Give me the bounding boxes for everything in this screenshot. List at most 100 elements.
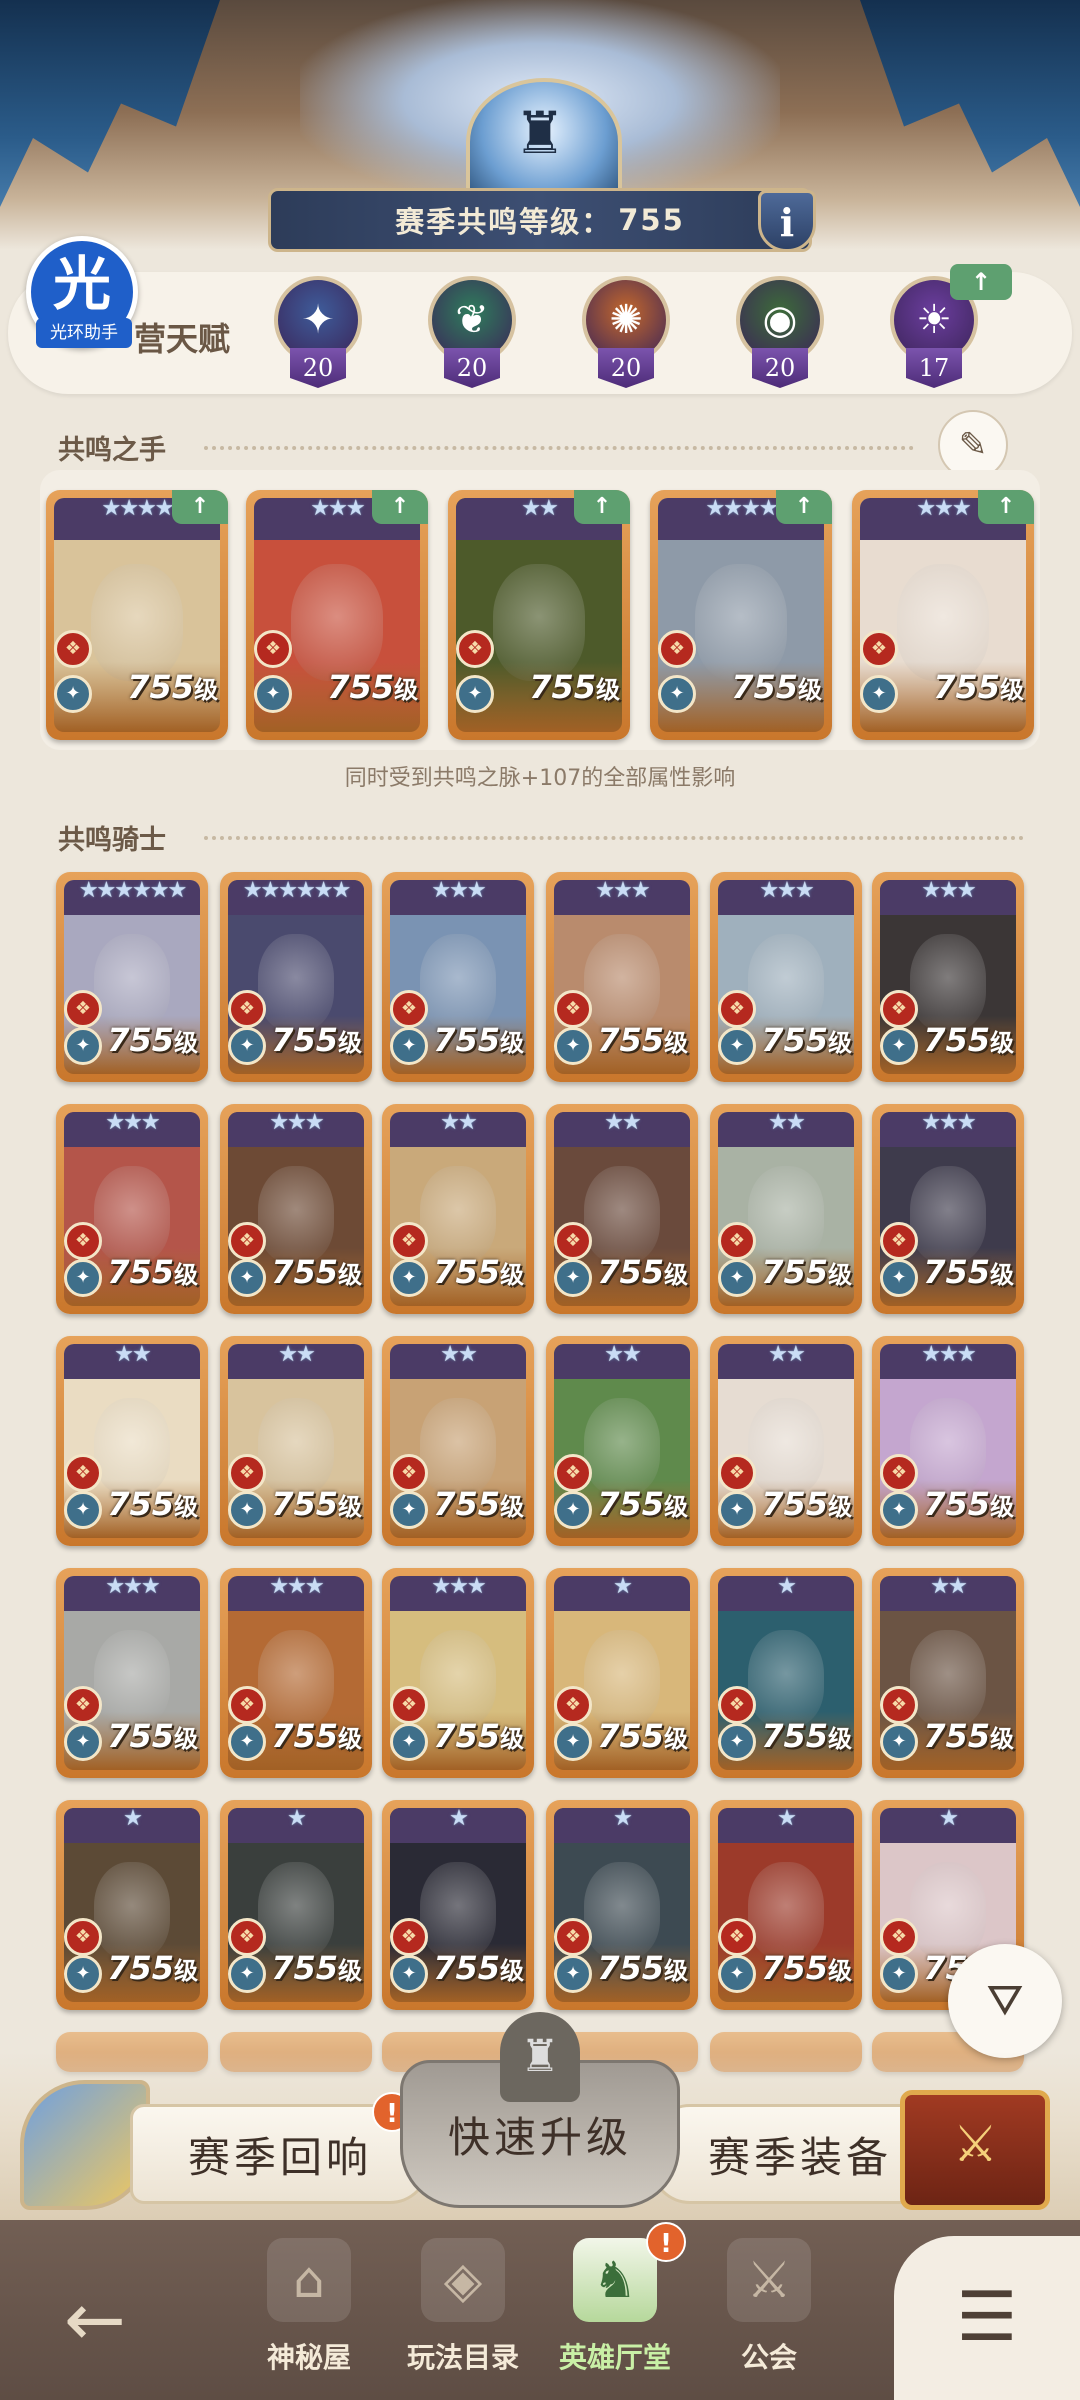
class-icon: ❖ (860, 630, 898, 668)
hero-level-unit: 级 (174, 1957, 198, 1985)
nav-item-mystery-house[interactable]: ⌂ 神秘屋 (234, 2232, 384, 2382)
info-button[interactable]: i (758, 190, 816, 252)
hero-card[interactable]: ★★★ ❖ ✦ 755级 (872, 872, 1024, 1082)
hero-level: 755级 (271, 1717, 362, 1755)
hero-card[interactable]: ★ ❖✦755级 (546, 1800, 698, 2010)
hero-card[interactable]: ★ ❖✦755级 (382, 1800, 534, 2010)
hero-card[interactable]: ★★ ❖ ✦ 755级 (710, 1336, 862, 1546)
nav-item-catalog[interactable]: ◈ 玩法目录 (388, 2232, 538, 2382)
faction-icon: ✦ (254, 675, 292, 713)
hero-face (419, 1166, 497, 1264)
faction-talent-level: 20 (598, 348, 654, 388)
hero-card[interactable]: ★★ ❖ ✦ 755级 (872, 1568, 1024, 1778)
hero-card[interactable]: ★★★★ ❖ ✦ 755级 ↑ (46, 490, 228, 740)
faction-icon: ✦ (390, 1027, 428, 1065)
class-icon: ❖ (64, 1918, 102, 1956)
menu-button[interactable]: ☰ (894, 2236, 1080, 2400)
hero-card[interactable]: ★★★ ❖ ✦ 755级 (382, 872, 534, 1082)
hero-card[interactable]: ★★★ ❖ ✦ 755级 (710, 872, 862, 1082)
upgrade-arrow-icon: ↑ (978, 490, 1034, 524)
hero-card[interactable]: ★★ ❖ ✦ 755级 ↑ (448, 490, 630, 740)
hero-level-value: 755 (923, 1717, 990, 1755)
hero-level-value: 755 (433, 1485, 500, 1523)
faction-icon: ✦ (228, 1955, 266, 1993)
class-icon: ❖ (228, 1686, 266, 1724)
hero-card[interactable]: ★★★★ ❖ ✦ 755级 ↑ (650, 490, 832, 740)
hero-card[interactable]: ★★★ ❖ ✦ 755级 (220, 1104, 372, 1314)
class-icon: ❖ (718, 990, 756, 1028)
filter-button[interactable]: ⛛ (948, 1944, 1062, 2058)
faction-icon: ✦ (718, 1027, 756, 1065)
hero-card[interactable]: ★★★★★★ ❖ ✦ 755级 (56, 872, 208, 1082)
hero-level: 755级 (107, 1485, 198, 1523)
hero-card[interactable]: ★★★ ❖ ✦ 755级 (56, 1568, 208, 1778)
hero-level-unit: 级 (174, 1493, 198, 1521)
faction-talent[interactable]: ✦ 20 (266, 276, 370, 388)
hero-card[interactable]: ★ ❖✦755级 (710, 1568, 862, 1778)
hero-card[interactable]: ★★★ ❖ ✦ 755级 (382, 1568, 534, 1778)
faction-talent[interactable]: ◉ 20 (728, 276, 832, 388)
hero-face (93, 1398, 171, 1496)
hero-card[interactable]: ★★ ❖ ✦ 755级 (710, 1104, 862, 1314)
class-icon: ❖ (254, 630, 292, 668)
faction-talent-level: 20 (290, 348, 346, 388)
faction-talent[interactable]: ❦ 20 (420, 276, 524, 388)
hero-card[interactable]: ★★ ❖ ✦ 755级 (546, 1336, 698, 1546)
hero-card[interactable]: ★★★ ❖ ✦ 755级 (546, 872, 698, 1082)
star-rating-icon: ★★ (114, 1342, 151, 1367)
hero-card[interactable]: ★ ❖✦755级 (56, 1800, 208, 2010)
faction-icon: ✦ (64, 1723, 102, 1761)
hero-level-unit: 级 (500, 1493, 524, 1521)
class-icon: ❖ (718, 1454, 756, 1492)
star-rating-icon: ★★★ (269, 1110, 324, 1135)
hero-face (583, 1398, 661, 1496)
hero-level-unit: 级 (990, 1029, 1014, 1057)
hero-card[interactable]: ★★★ ❖ ✦ 755级 ↑ (246, 490, 428, 740)
hero-level: 755级 (107, 1021, 198, 1059)
hero-level: 755级 (107, 1949, 198, 1987)
star-rating-icon: ★★ (440, 1110, 477, 1135)
hero-card[interactable]: ★★★ ❖ ✦ 755级 (220, 1568, 372, 1778)
hero-card[interactable]: ★★ ❖ ✦ 755级 (56, 1336, 208, 1546)
class-icon: ❖ (718, 1222, 756, 1260)
mystery-house-icon: ⌂ (267, 2238, 351, 2322)
hero-level-unit: 级 (500, 1957, 524, 1985)
season-equipment-chest-icon[interactable]: ⚔ (900, 2090, 1050, 2210)
hero-card[interactable]: ★★ ❖ ✦ 755级 (382, 1104, 534, 1314)
nav-item-label: 公会 (740, 2341, 797, 2374)
class-icon: ❖ (64, 1454, 102, 1492)
hero-face (419, 1862, 497, 1960)
hero-level: 755级 (107, 1253, 198, 1291)
hero-face (257, 934, 335, 1032)
star-rating-icon: ★★ (604, 1342, 641, 1367)
hero-card[interactable]: ★★★ ❖ ✦ 755级 (872, 1336, 1024, 1546)
hero-level: 755级 (761, 1253, 852, 1291)
hero-hall-alert-badge: ! (646, 2222, 686, 2262)
hero-card[interactable]: ★★ ❖ ✦ 755级 (382, 1336, 534, 1546)
hero-level: 755级 (597, 1949, 688, 1987)
hero-level-value: 755 (433, 1253, 500, 1291)
star-rating-icon: ★★★ (431, 1574, 486, 1599)
hero-card[interactable]: ★★★★★★ ❖ ✦ 755级 (220, 872, 372, 1082)
hero-level: 755级 (271, 1253, 362, 1291)
star-rating-icon: ★★★ (105, 1110, 160, 1135)
hero-card[interactable]: ★ ❖✦755级 (546, 1568, 698, 1778)
hero-face (93, 934, 171, 1032)
hero-card[interactable]: ★★★ ❖ ✦ 755级 (872, 1104, 1024, 1314)
back-button[interactable]: ← (40, 2270, 150, 2370)
hero-card[interactable]: ★ ❖✦755级 (220, 1800, 372, 2010)
nav-item-guild[interactable]: ⚔ 公会 (694, 2232, 844, 2382)
hero-level-value: 755 (923, 1021, 990, 1059)
resonance-knight-title: 共鸣骑士 (58, 825, 166, 856)
class-icon: ❖ (554, 1454, 592, 1492)
hero-card[interactable]: ★★ ❖ ✦ 755级 (220, 1336, 372, 1546)
hero-card[interactable]: ★★ ❖ ✦ 755级 (546, 1104, 698, 1314)
star-rating-icon: ★★★ (431, 878, 486, 903)
hero-level: 755级 (433, 1717, 524, 1755)
faction-talent[interactable]: ✺ 20 (574, 276, 678, 388)
hero-card[interactable]: ★ ❖✦755级 (710, 1800, 862, 2010)
hero-face (909, 1630, 987, 1728)
hero-card[interactable]: ★★★ ❖ ✦ 755级 ↑ (852, 490, 1034, 740)
hero-card[interactable]: ★★★ ❖ ✦ 755级 (56, 1104, 208, 1314)
section-divider (204, 446, 914, 450)
